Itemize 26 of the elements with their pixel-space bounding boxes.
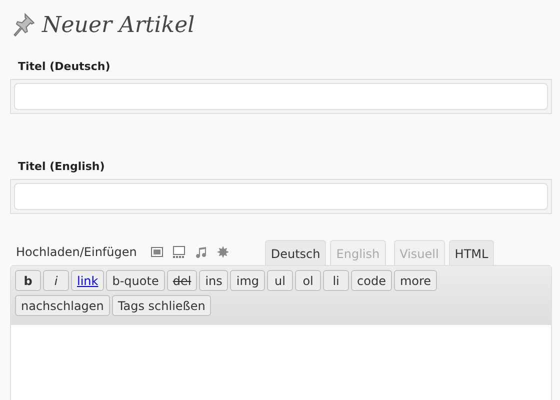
language-tab[interactable]: Deutsch	[264, 240, 326, 265]
field-label: Titel (English)	[17, 160, 106, 173]
page-heading: Neuer Artikel	[42, 12, 195, 38]
quicktag-button[interactable]: img	[230, 270, 266, 291]
quicktag-button[interactable]: ul	[267, 270, 294, 291]
music-note-icon[interactable]	[194, 246, 207, 258]
quicktag-button[interactable]: b	[15, 270, 41, 291]
quicktag-button[interactable]: link	[71, 270, 104, 291]
image-icon[interactable]	[150, 246, 163, 258]
quicktag-button[interactable]: li	[323, 270, 350, 291]
title-field[interactable]	[10, 179, 552, 214]
star-burst-icon[interactable]	[216, 246, 229, 258]
quicktag-button[interactable]: nachschlagen	[15, 295, 110, 316]
field-label: Titel (Deutsch)	[17, 60, 112, 73]
quicktag-button[interactable]: more	[394, 270, 438, 291]
quicktag-button[interactable]: b-quote	[106, 270, 165, 291]
quicktag-button[interactable]: code	[351, 270, 392, 291]
quicktag-button[interactable]: Tags schließen	[112, 295, 212, 316]
upload-label: Hochladen/Einfügen	[16, 245, 137, 259]
quicktag-button[interactable]: ins	[199, 270, 228, 291]
quicktag-button[interactable]: i	[43, 270, 69, 291]
quicktag-button[interactable]: del	[166, 270, 198, 291]
gallery-icon[interactable]	[172, 246, 185, 258]
quicktag-button[interactable]: ol	[295, 270, 322, 291]
editor-mode-tab[interactable]: HTML	[448, 240, 494, 265]
title-field[interactable]	[10, 79, 552, 114]
